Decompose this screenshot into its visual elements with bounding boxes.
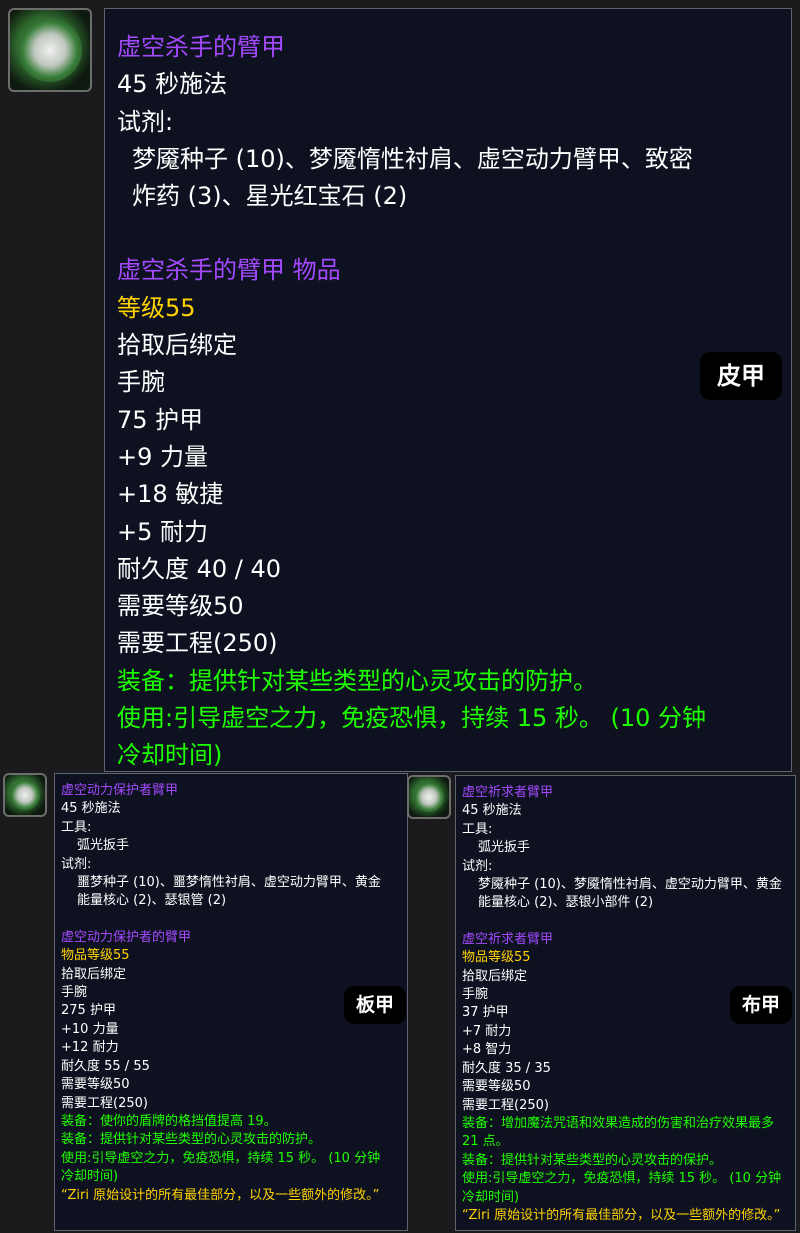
armor-type-badge: 皮甲 bbox=[700, 352, 782, 400]
item-level: 物品等级55 bbox=[61, 948, 130, 964]
reagents-label: 试剂: bbox=[61, 856, 92, 872]
flavor-text: “Ziri 原始设计的所有最佳部分，以及一些额外的修改。” bbox=[462, 1207, 781, 1223]
cast-time: 45 秒施法 bbox=[117, 70, 228, 99]
item-icon-plate-bracers[interactable] bbox=[3, 773, 47, 817]
equip-effect-cont: 21 点。 bbox=[462, 1134, 509, 1150]
equip-effect: 装备：提供针对某些类型的心灵攻击的防护。 bbox=[61, 1132, 322, 1148]
tooltip-leather: 虚空杀手的臂甲 45 秒施法 试剂: 梦魇种子 (10)、梦魇惰性衬肩、虚空动力… bbox=[104, 8, 792, 772]
use-effect: 使用:引导虚空之力，免疫恐惧，持续 15 秒。 (10 分钟 bbox=[117, 704, 707, 733]
use-effect: 使用:引导虚空之力，免疫恐惧，持续 15 秒。 (10 分钟 bbox=[462, 1171, 782, 1187]
recipe-title: 虚空动力保护者臂甲 bbox=[61, 783, 179, 798]
durability: 耐久度 40 / 40 bbox=[117, 554, 282, 583]
required-skill: 需要工程(250) bbox=[61, 1095, 148, 1111]
item-level: 等级55 bbox=[117, 293, 196, 322]
reagents-line: 梦魇种子 (10)、梦魇惰性衬肩、虚空动力臂甲、致密 bbox=[132, 144, 693, 173]
bind-type: 拾取后绑定 bbox=[117, 331, 237, 360]
reagents-label: 试剂: bbox=[462, 858, 493, 874]
reagents-label: 试剂: bbox=[117, 107, 174, 136]
item-level: 物品等级55 bbox=[462, 950, 531, 966]
durability: 耐久度 55 / 55 bbox=[61, 1058, 150, 1074]
required-level: 需要等级50 bbox=[61, 1077, 130, 1093]
use-effect-cont: 冷却时间) bbox=[61, 1169, 119, 1185]
use-effect-cont: 冷却时间) bbox=[117, 741, 223, 770]
item-icon-cloth-bracers[interactable] bbox=[407, 775, 451, 819]
stat-line: +8 智力 bbox=[462, 1042, 512, 1058]
reagents-line: 炸药 (3)、星光红宝石 (2) bbox=[132, 182, 408, 211]
equip-effect: 装备：提供针对某些类型的心灵攻击的防护。 bbox=[117, 666, 597, 695]
armor-type-badge: 板甲 bbox=[344, 986, 406, 1024]
emblem-icon bbox=[10, 780, 40, 810]
item-icon-leather-bracers[interactable] bbox=[8, 8, 92, 92]
tools-label: 工具: bbox=[462, 821, 493, 837]
item-name: 虚空杀手的臂甲 物品 bbox=[117, 256, 341, 285]
stat-line: +7 耐力 bbox=[462, 1023, 512, 1039]
item-name: 虚空动力保护者的臂甲 bbox=[61, 929, 192, 945]
equip-effect: 装备：增加魔法咒语和效果造成的伤害和治疗效果最多 bbox=[462, 1115, 775, 1131]
required-skill: 需要工程(250) bbox=[462, 1097, 549, 1113]
emblem-icon bbox=[414, 782, 444, 812]
stat-line: +5 耐力 bbox=[117, 517, 209, 546]
flavor-text: “Ziri 原始设计的所有最佳部分，以及一些额外的修改。” bbox=[61, 1187, 380, 1203]
reagents-line: 能量核心 (2)、瑟银小部件 (2) bbox=[478, 895, 654, 911]
cast-time: 45 秒施法 bbox=[61, 801, 121, 817]
stat-line: +9 力量 bbox=[117, 442, 209, 471]
armor-value: 75 护甲 bbox=[117, 405, 204, 434]
reagents-line: 噩梦种子 (10)、噩梦惰性衬肩、虚空动力臂甲、黄金 bbox=[77, 875, 381, 891]
equip-effect: 装备：使你的盾牌的格挡值提高 19。 bbox=[61, 1113, 277, 1129]
durability: 耐久度 35 / 35 bbox=[462, 1060, 551, 1076]
emblem-icon bbox=[18, 18, 82, 82]
bind-type: 拾取后绑定 bbox=[462, 968, 528, 984]
stat-line: +12 耐力 bbox=[61, 1040, 119, 1056]
bind-type: 拾取后绑定 bbox=[61, 966, 127, 982]
recipe-title: 虚空祈求者臂甲 bbox=[462, 785, 554, 800]
item-name: 虚空祈求者臂甲 bbox=[462, 931, 554, 947]
tool-name: 弧光扳手 bbox=[77, 838, 130, 854]
use-effect: 使用:引导虚空之力，免疫恐惧，持续 15 秒。 (10 分钟 bbox=[61, 1150, 381, 1166]
reagents-line: 能量核心 (2)、瑟银管 (2) bbox=[77, 893, 227, 909]
required-level: 需要等级50 bbox=[117, 592, 244, 621]
use-effect-cont: 冷却时间) bbox=[462, 1189, 520, 1205]
stat-line: +18 敏捷 bbox=[117, 480, 224, 509]
armor-type-badge: 布甲 bbox=[730, 986, 792, 1024]
recipe-title: 虚空杀手的臂甲 bbox=[117, 33, 285, 61]
tools-label: 工具: bbox=[61, 819, 92, 835]
tool-name: 弧光扳手 bbox=[478, 840, 531, 856]
cast-time: 45 秒施法 bbox=[462, 803, 522, 819]
reagents-line: 梦魇种子 (10)、梦魇惰性衬肩、虚空动力臂甲、黄金 bbox=[478, 877, 782, 893]
required-skill: 需要工程(250) bbox=[117, 629, 278, 658]
slot: 手腕 bbox=[117, 368, 165, 397]
required-level: 需要等级50 bbox=[462, 1079, 531, 1095]
equip-effect: 装备：提供针对某些类型的心灵攻击的保护。 bbox=[462, 1152, 723, 1168]
